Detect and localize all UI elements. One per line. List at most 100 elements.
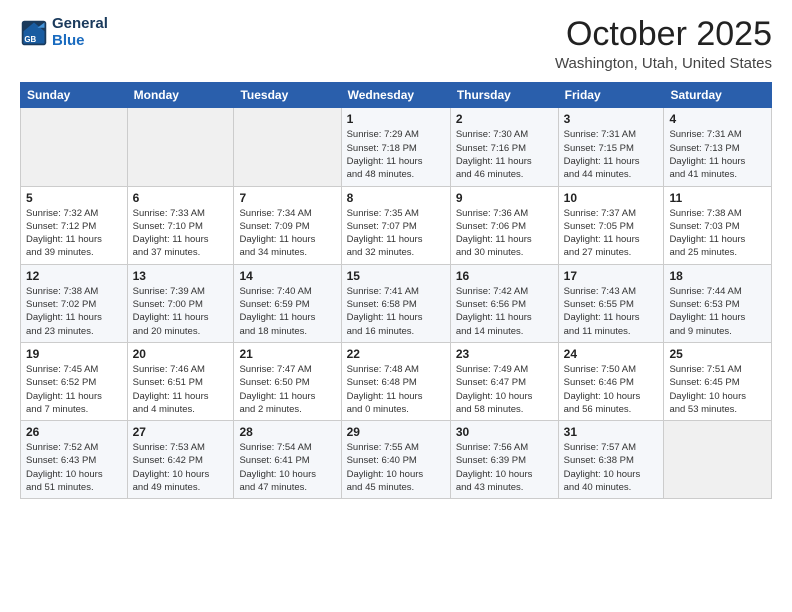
day-info: Sunrise: 7:54 AM Sunset: 6:41 PM Dayligh… xyxy=(239,441,335,494)
day-info: Sunrise: 7:53 AM Sunset: 6:42 PM Dayligh… xyxy=(133,441,229,494)
calendar-cell: 16 Sunrise: 7:42 AM Sunset: 6:56 PM Dayli… xyxy=(450,264,558,342)
calendar-cell: 1 Sunrise: 7:29 AM Sunset: 7:18 PM Daylig… xyxy=(341,108,450,186)
calendar-header-row: SundayMondayTuesdayWednesdayThursdayFrid… xyxy=(21,83,772,108)
day-info: Sunrise: 7:33 AM Sunset: 7:10 PM Dayligh… xyxy=(133,207,229,260)
calendar-cell: 31 Sunrise: 7:57 AM Sunset: 6:38 PM Dayli… xyxy=(558,421,664,499)
calendar: SundayMondayTuesdayWednesdayThursdayFrid… xyxy=(20,82,772,499)
calendar-cell: 10Sunrise: 7:37 AM Sunset: 7:05 PM Dayli… xyxy=(558,186,664,264)
day-header-wednesday: Wednesday xyxy=(341,83,450,108)
day-header-friday: Friday xyxy=(558,83,664,108)
day-info: Sunrise: 7:49 AM Sunset: 6:47 PM Dayligh… xyxy=(456,363,553,416)
calendar-cell: 14Sunrise: 7:40 AM Sunset: 6:59 PM Dayli… xyxy=(234,264,341,342)
calendar-cell: 25Sunrise: 7:51 AM Sunset: 6:45 PM Dayli… xyxy=(664,342,772,420)
day-info: Sunrise: 7:34 AM Sunset: 7:09 PM Dayligh… xyxy=(239,207,335,260)
calendar-cell: 19Sunrise: 7:45 AM Sunset: 6:52 PM Dayli… xyxy=(21,342,128,420)
day-info: Sunrise: 7:38 AM Sunset: 7:03 PM Dayligh… xyxy=(669,207,766,260)
day-info: Sunrise: 7:55 AM Sunset: 6:40 PM Dayligh… xyxy=(347,441,445,494)
day-header-thursday: Thursday xyxy=(450,83,558,108)
calendar-week-5: 26Sunrise: 7:52 AM Sunset: 6:43 PM Dayli… xyxy=(21,421,772,499)
day-info: Sunrise: 7:32 AM Sunset: 7:12 PM Dayligh… xyxy=(26,207,122,260)
day-number: 24 xyxy=(564,347,659,361)
day-info: Sunrise: 7:52 AM Sunset: 6:43 PM Dayligh… xyxy=(26,441,122,494)
day-info: Sunrise: 7:39 AM Sunset: 7:00 PM Dayligh… xyxy=(133,285,229,338)
day-number: 16 xyxy=(456,269,553,283)
calendar-cell: 11 Sunrise: 7:38 AM Sunset: 7:03 PM Dayli… xyxy=(664,186,772,264)
day-number: 20 xyxy=(133,347,229,361)
day-number: 28 xyxy=(239,425,335,439)
calendar-cell: 23 Sunrise: 7:49 AM Sunset: 6:47 PM Dayli… xyxy=(450,342,558,420)
day-number: 14 xyxy=(239,269,335,283)
day-number: 13 xyxy=(133,269,229,283)
day-number: 17 xyxy=(564,269,659,283)
calendar-cell: 9Sunrise: 7:36 AM Sunset: 7:06 PM Daylig… xyxy=(450,186,558,264)
calendar-cell: 26Sunrise: 7:52 AM Sunset: 6:43 PM Dayli… xyxy=(21,421,128,499)
day-header-tuesday: Tuesday xyxy=(234,83,341,108)
logo: GB General Blue xyxy=(20,16,108,49)
svg-text:GB: GB xyxy=(24,34,36,43)
day-number: 19 xyxy=(26,347,122,361)
day-number: 21 xyxy=(239,347,335,361)
day-info: Sunrise: 7:57 AM Sunset: 6:38 PM Dayligh… xyxy=(564,441,659,494)
day-info: Sunrise: 7:31 AM Sunset: 7:15 PM Dayligh… xyxy=(564,128,659,181)
day-header-saturday: Saturday xyxy=(664,83,772,108)
day-info: Sunrise: 7:50 AM Sunset: 6:46 PM Dayligh… xyxy=(564,363,659,416)
calendar-cell: 20 Sunrise: 7:46 AM Sunset: 6:51 PM Dayli… xyxy=(127,342,234,420)
calendar-cell: 24 Sunrise: 7:50 AM Sunset: 6:46 PM Dayli… xyxy=(558,342,664,420)
day-number: 15 xyxy=(347,269,445,283)
calendar-cell: 12Sunrise: 7:38 AM Sunset: 7:02 PM Dayli… xyxy=(21,264,128,342)
calendar-cell: 30Sunrise: 7:56 AM Sunset: 6:39 PM Dayli… xyxy=(450,421,558,499)
day-number: 7 xyxy=(239,191,335,205)
day-number: 11 xyxy=(669,191,766,205)
calendar-cell: 29Sunrise: 7:55 AM Sunset: 6:40 PM Dayli… xyxy=(341,421,450,499)
day-info: Sunrise: 7:43 AM Sunset: 6:55 PM Dayligh… xyxy=(564,285,659,338)
calendar-cell: 17 Sunrise: 7:43 AM Sunset: 6:55 PM Dayli… xyxy=(558,264,664,342)
day-number: 12 xyxy=(26,269,122,283)
calendar-cell: 21 Sunrise: 7:47 AM Sunset: 6:50 PM Dayli… xyxy=(234,342,341,420)
calendar-cell: 6Sunrise: 7:33 AM Sunset: 7:10 PM Daylig… xyxy=(127,186,234,264)
logo-blue: Blue xyxy=(52,33,108,50)
day-number: 2 xyxy=(456,112,553,126)
day-number: 27 xyxy=(133,425,229,439)
calendar-cell: 7 Sunrise: 7:34 AM Sunset: 7:09 PM Daylig… xyxy=(234,186,341,264)
calendar-week-1: 1 Sunrise: 7:29 AM Sunset: 7:18 PM Daylig… xyxy=(21,108,772,186)
day-number: 18 xyxy=(669,269,766,283)
calendar-cell: 22Sunrise: 7:48 AM Sunset: 6:48 PM Dayli… xyxy=(341,342,450,420)
calendar-week-3: 12Sunrise: 7:38 AM Sunset: 7:02 PM Dayli… xyxy=(21,264,772,342)
month-title: October 2025 xyxy=(555,16,772,53)
calendar-cell: 4Sunrise: 7:31 AM Sunset: 7:13 PM Daylig… xyxy=(664,108,772,186)
day-info: Sunrise: 7:35 AM Sunset: 7:07 PM Dayligh… xyxy=(347,207,445,260)
day-number: 23 xyxy=(456,347,553,361)
day-header-monday: Monday xyxy=(127,83,234,108)
day-info: Sunrise: 7:56 AM Sunset: 6:39 PM Dayligh… xyxy=(456,441,553,494)
day-info: Sunrise: 7:48 AM Sunset: 6:48 PM Dayligh… xyxy=(347,363,445,416)
header: GB General Blue October 2025 Washington,… xyxy=(20,16,772,72)
calendar-week-4: 19Sunrise: 7:45 AM Sunset: 6:52 PM Dayli… xyxy=(21,342,772,420)
calendar-cell: 13 Sunrise: 7:39 AM Sunset: 7:00 PM Dayli… xyxy=(127,264,234,342)
day-number: 1 xyxy=(347,112,445,126)
day-info: Sunrise: 7:29 AM Sunset: 7:18 PM Dayligh… xyxy=(347,128,445,181)
day-info: Sunrise: 7:47 AM Sunset: 6:50 PM Dayligh… xyxy=(239,363,335,416)
calendar-cell xyxy=(234,108,341,186)
logo-icon: GB xyxy=(20,19,48,47)
calendar-cell: 15 Sunrise: 7:41 AM Sunset: 6:58 PM Dayli… xyxy=(341,264,450,342)
day-number: 10 xyxy=(564,191,659,205)
day-info: Sunrise: 7:42 AM Sunset: 6:56 PM Dayligh… xyxy=(456,285,553,338)
calendar-cell: 3 Sunrise: 7:31 AM Sunset: 7:15 PM Daylig… xyxy=(558,108,664,186)
calendar-cell xyxy=(127,108,234,186)
page: GB General Blue October 2025 Washington,… xyxy=(0,0,792,612)
day-number: 31 xyxy=(564,425,659,439)
calendar-cell: 28 Sunrise: 7:54 AM Sunset: 6:41 PM Dayli… xyxy=(234,421,341,499)
calendar-cell: 8 Sunrise: 7:35 AM Sunset: 7:07 PM Daylig… xyxy=(341,186,450,264)
location-title: Washington, Utah, United States xyxy=(555,55,772,72)
day-number: 9 xyxy=(456,191,553,205)
day-info: Sunrise: 7:41 AM Sunset: 6:58 PM Dayligh… xyxy=(347,285,445,338)
title-block: October 2025 Washington, Utah, United St… xyxy=(555,16,772,72)
calendar-week-2: 5Sunrise: 7:32 AM Sunset: 7:12 PM Daylig… xyxy=(21,186,772,264)
logo-general: General xyxy=(52,16,108,33)
day-info: Sunrise: 7:30 AM Sunset: 7:16 PM Dayligh… xyxy=(456,128,553,181)
calendar-cell: 5Sunrise: 7:32 AM Sunset: 7:12 PM Daylig… xyxy=(21,186,128,264)
day-number: 8 xyxy=(347,191,445,205)
day-number: 3 xyxy=(564,112,659,126)
day-info: Sunrise: 7:46 AM Sunset: 6:51 PM Dayligh… xyxy=(133,363,229,416)
day-header-sunday: Sunday xyxy=(21,83,128,108)
